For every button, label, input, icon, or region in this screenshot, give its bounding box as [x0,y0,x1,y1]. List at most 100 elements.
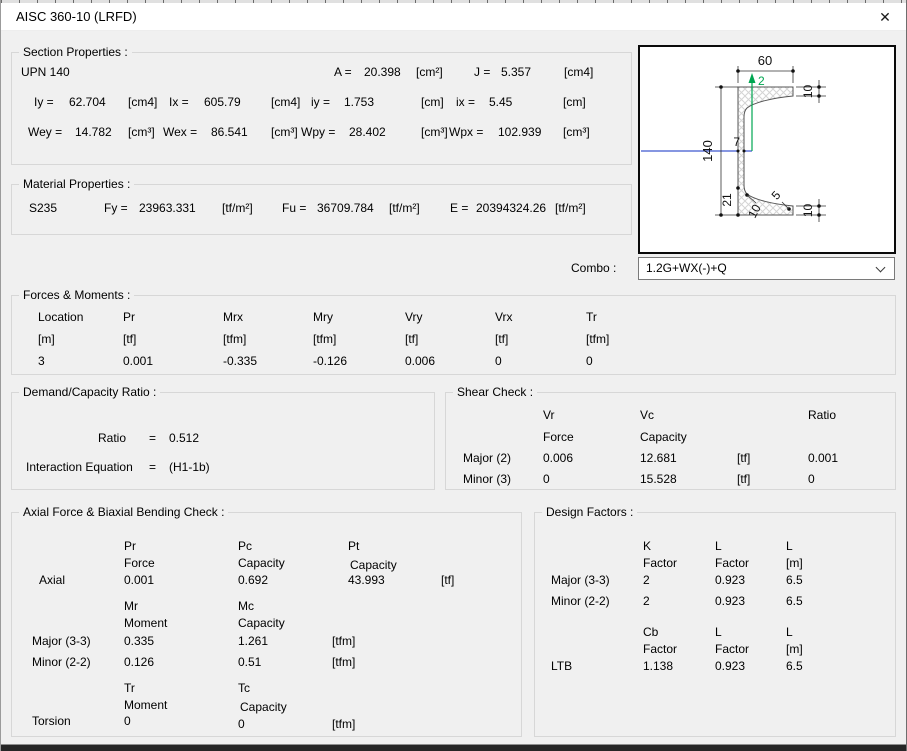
title-bar: AISC 360-10 (LRFD) ✕ [1,3,906,31]
cell-value: 0 [543,472,550,487]
window-bottom-edge [1,744,906,751]
cell-unit: [tf] [737,451,750,466]
group-title: Material Properties : [19,177,134,192]
cell-value: 6.5 [786,573,803,588]
col-header: Vrx [495,310,513,325]
cell-value: 0.692 [238,573,268,588]
interaction-equation-label: Interaction Equation [26,460,133,475]
col-header: [m] [786,556,803,571]
section-sketch: 60 2 140 7 21 10 [640,47,894,252]
prop-unit: [cm] [421,95,444,110]
row-label: Minor (3) [463,472,511,487]
cell-value: 15.528 [640,472,677,487]
col-header: L [715,625,722,640]
dim-dot [736,69,740,73]
dim-flange-width: 60 [758,53,772,68]
col-header: Vry [405,310,423,325]
prop-value: 36709.784 [317,201,374,216]
close-icon[interactable]: ✕ [872,5,898,29]
dim-tip-top: 10 [801,85,815,99]
prop-unit: [tf/m²] [222,201,253,216]
dim-depth: 140 [700,140,715,162]
row-label: Major (3-3) [551,573,610,588]
row-label: Major (3-3) [32,634,91,649]
prop-label: Fu = [282,201,306,216]
section-properties-group: Section Properties : UPN 140 A = 20.398 … [11,52,632,165]
cell-value: 0 [808,472,815,487]
equals-sign: = [149,460,156,475]
dim-dot [743,150,746,153]
cell-value: 0.923 [715,659,745,674]
col-header: Pt [348,539,359,554]
prop-value: 28.402 [349,125,386,140]
cell-value: 0.006 [543,451,573,466]
col-header: Pc [238,539,252,554]
dim-dot [719,213,723,217]
col-header: Mrx [223,310,243,325]
col-header: Pr [124,539,136,554]
combo-select[interactable]: 1.2G+WX(-)+Q [638,257,895,280]
prop-label: J = [474,65,490,80]
design-check-dialog: AISC 360-10 (LRFD) ✕ Section Properties … [0,0,907,751]
col-header: Capacity [640,430,687,445]
prop-label: Wex = [163,125,197,140]
col-header: Capacity [238,556,285,571]
group-title: Axial Force & Biaxial Bending Check : [19,505,228,520]
cell-value: -0.335 [223,354,257,369]
prop-value: 23963.331 [139,201,196,216]
cell-value: 0.001 [808,451,838,466]
col-header: Factor [643,556,677,571]
prop-unit: [tf/m²] [555,201,586,216]
cell-unit: [tfm] [332,717,355,732]
prop-label: Iy = [34,95,54,110]
dim-web-bottom: 21 [720,193,734,207]
cell-value: 1.261 [238,634,268,649]
row-label: LTB [551,659,572,674]
prop-unit: [tf/m²] [389,201,420,216]
design-factors-group: Design Factors : K L L Factor Factor [m]… [534,512,896,737]
cell-value: 0 [238,717,245,732]
col-header: Factor [715,556,749,571]
cell-value: 3 [38,354,45,369]
prop-label: Wpx = [449,125,483,140]
axial-bending-group: Axial Force & Biaxial Bending Check : Pr… [11,512,522,737]
col-header: Moment [124,616,167,631]
material-name: S235 [29,201,57,216]
dim-dot [817,204,821,208]
col-header: Tr [586,310,597,325]
cell-value: 0.001 [123,354,153,369]
col-header: Force [124,556,155,571]
prop-unit: [cm²] [416,65,443,80]
col-header: K [643,539,651,554]
combo-selected-value: 1.2G+WX(-)+Q [646,261,727,275]
axis-2-label: 2 [758,74,765,88]
prop-unit: [cm³] [563,125,590,140]
cell-value: 0.335 [124,634,154,649]
equals-sign: = [149,431,156,446]
prop-value: 14.782 [75,125,112,140]
dim-dot [737,150,740,153]
prop-value: 20.398 [364,65,401,80]
interaction-equation-value: (H1-1b) [169,460,210,475]
col-header: Mry [313,310,333,325]
col-header: Vr [543,408,555,423]
col-header: Vc [640,408,654,423]
cell-unit: [tfm] [332,634,355,649]
col-header: Capacity [238,616,285,631]
col-header: L [715,539,722,554]
dim-tip-bottom: 10 [801,204,815,218]
prop-label: Ix = [169,95,189,110]
cell-value: 0 [495,354,502,369]
col-header: Ratio [808,408,836,423]
cell-value: 2 [643,594,650,609]
prop-value: 5.45 [489,95,512,110]
prop-label: iy = [311,95,330,110]
group-title: Forces & Moments : [19,288,134,303]
cell-value: 0.006 [405,354,435,369]
axis-2-arrowhead [749,73,756,83]
col-header: Capacity [350,558,397,573]
prop-unit: [cm4] [271,95,300,110]
col-header: Moment [124,698,167,713]
row-label: Torsion [32,714,71,729]
cell-value: 6.5 [786,659,803,674]
